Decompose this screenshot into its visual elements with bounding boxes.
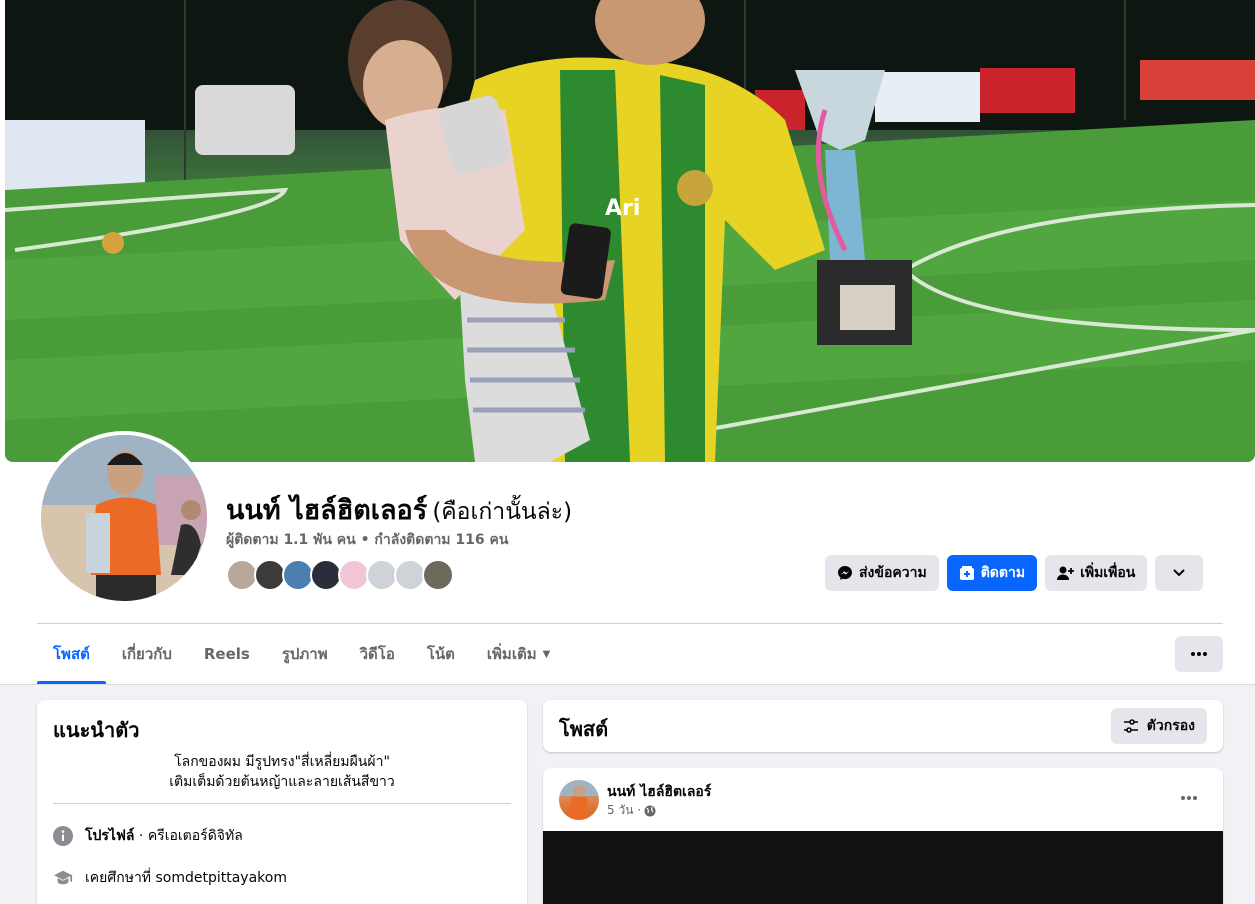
more-dots-icon	[1191, 652, 1207, 656]
posts-header-card: โพสต์ ตัวกรอง	[543, 700, 1223, 752]
follow-button-label: ติดตาม	[980, 565, 1026, 581]
tab-item[interactable]: รูปภาพ	[266, 624, 344, 684]
filter-button[interactable]: ตัวกรอง	[1110, 708, 1207, 744]
intro-education-item: เคยศึกษาที่ somdetpittayakom	[53, 867, 287, 889]
post-options-button[interactable]	[1171, 786, 1207, 810]
intro-separator	[53, 803, 511, 804]
profile-name-row: นนท์ ไฮล์ฮิตเลอร์ (คือเก่านั้นล่ะ)	[226, 488, 572, 531]
caret-down-icon: ▼	[542, 648, 551, 660]
post-card: นนท์ ไฮล์ฮิตเลอร์ 5 วัน ·	[543, 768, 1223, 904]
globe-icon	[644, 805, 656, 816]
friend-avatar[interactable]	[422, 559, 454, 591]
profile-avatar[interactable]	[37, 431, 211, 605]
intro-profile-value: · ครีเอเตอร์ดิจิทัล	[134, 828, 243, 844]
profile-follow-stats[interactable]: ผู้ติดตาม 1.1 พัน คน • กำลังติดตาม 116 ค…	[226, 529, 508, 551]
tab-label: โน้ต	[426, 645, 455, 663]
intro-bio-line-2: เติมเต็มด้วยต้นหญ้าและลายเส้นสีขาว	[169, 774, 395, 790]
tab-label: วิดีโอ	[359, 645, 395, 663]
tab-item[interactable]: Reels	[188, 624, 266, 684]
tab-item[interactable]: โน้ต	[411, 624, 471, 684]
more-options-button[interactable]	[1155, 555, 1204, 591]
add-friend-icon	[1057, 566, 1075, 580]
profile-tabs: โพสต์ เกี่ยวกับ Reels รูปภาพ วิดีโอ โน้ต เพิ่ม…	[37, 624, 566, 684]
tab-label: เกี่ยวกับ	[121, 645, 172, 663]
intro-bio: โลกของผม มีรูปทรง"สี่เหลี่ยมผืนผ้า" เติม…	[53, 752, 511, 792]
add-friend-button[interactable]: เพิ่มเพื่อน	[1045, 555, 1148, 591]
post-meta: 5 วัน ·	[607, 801, 656, 820]
profile-page: Ari นนท์ ไฮล์ฮิตเลอร์ (คือเก่านั้นล่ะ) ผ…	[0, 0, 1255, 904]
posts-title: โพสต์	[559, 717, 609, 741]
intro-education-text: เคยศึกษาที่ somdetpittayakom	[85, 870, 287, 886]
tab-item[interactable]: วิดีโอ	[344, 624, 411, 684]
post-media[interactable]	[543, 831, 1223, 904]
post-time[interactable]: 5 วัน ·	[607, 801, 641, 820]
follow-icon	[959, 566, 974, 580]
cover-photo[interactable]: Ari	[5, 0, 1255, 462]
filter-icon	[1123, 719, 1138, 733]
tab-label: โพสต์	[53, 645, 90, 663]
intro-bio-line-1: โลกของผม มีรูปทรง"สี่เหลี่ยมผืนผ้า"	[174, 754, 390, 770]
tab-item[interactable]: โพสต์	[37, 624, 106, 684]
message-button[interactable]: ส่งข้อความ	[825, 555, 939, 591]
tabs-more-button[interactable]	[1175, 636, 1223, 672]
graduation-cap-icon	[53, 868, 73, 888]
intro-profile-item: โปรไฟล์ · ครีเอเตอร์ดิจิทัล	[53, 825, 243, 847]
intro-title: แนะนำตัว	[53, 718, 140, 742]
post-author-avatar[interactable]	[559, 780, 599, 820]
tab-item[interactable]: เพิ่มเติม ▼	[471, 624, 566, 684]
profile-actions: ส่งข้อความ ติดตาม เพิ่มเพื่อน	[825, 555, 1204, 591]
filter-button-label: ตัวกรอง	[1146, 718, 1195, 734]
tab-label: เพิ่มเติม	[486, 645, 537, 663]
tab-label: รูปภาพ	[281, 645, 328, 663]
messenger-icon	[838, 566, 852, 580]
add-friend-button-label: เพิ่มเพื่อน	[1080, 565, 1136, 581]
more-dots-icon	[1181, 796, 1197, 800]
svg-text:Ari: Ari	[605, 196, 640, 221]
post-author-name[interactable]: นนท์ ไฮล์ฮิตเลอร์	[607, 781, 711, 803]
tab-item[interactable]: เกี่ยวกับ	[106, 624, 188, 684]
intro-card: แนะนำตัว โลกของผม มีรูปทรง"สี่เหลี่ยมผืน…	[37, 700, 527, 904]
follow-button[interactable]: ติดตาม	[946, 555, 1038, 591]
tab-label: Reels	[203, 645, 250, 663]
chevron-down-icon	[1173, 569, 1186, 577]
profile-alternate-name: (คือเก่านั้นล่ะ)	[432, 499, 573, 525]
intro-profile-label: โปรไฟล์	[85, 828, 135, 844]
info-icon	[53, 826, 73, 846]
profile-name: นนท์ ไฮล์ฮิตเลอร์	[226, 495, 428, 526]
message-button-label: ส่งข้อความ	[859, 565, 927, 581]
mutual-friends-avatars	[226, 559, 454, 591]
